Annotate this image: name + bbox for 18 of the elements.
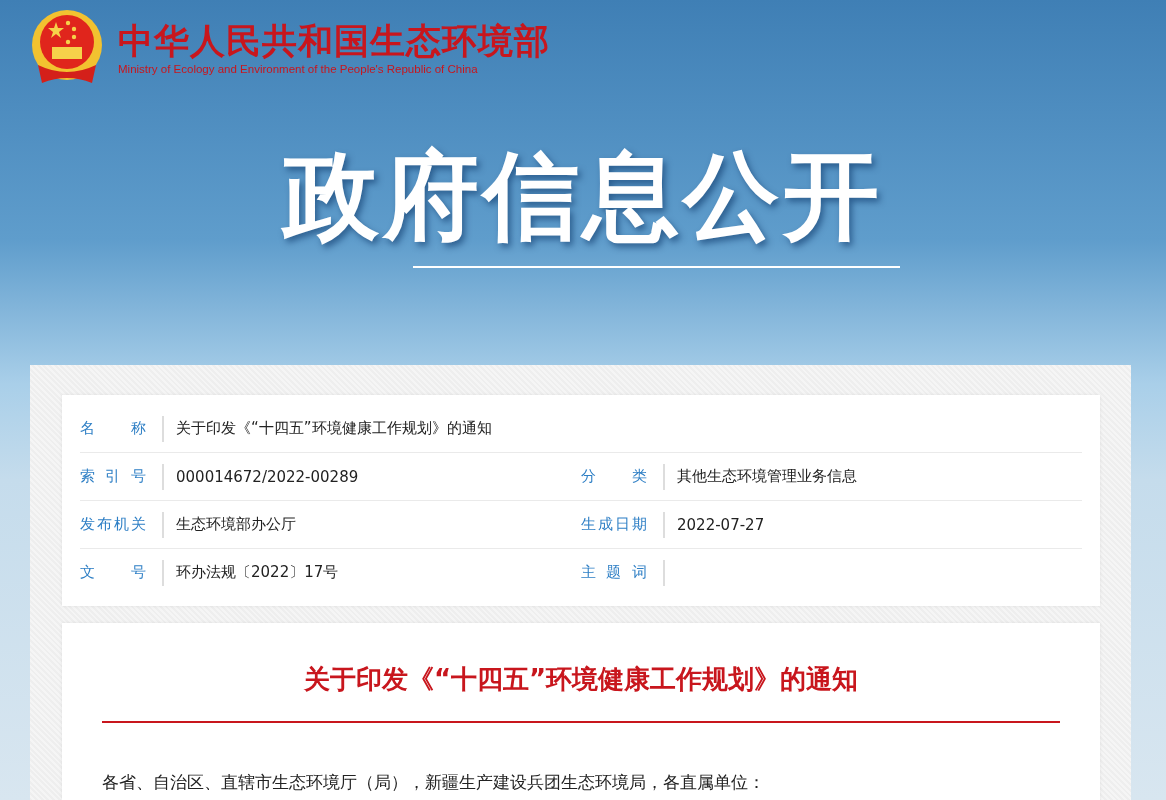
field-label: 主 题 词 xyxy=(581,563,647,582)
field-label: 文 号 xyxy=(80,563,146,582)
article-title: 关于印发《“十四五”环境健康工作规划》的通知 xyxy=(302,663,860,696)
field-label: 索 引 号 xyxy=(80,467,146,486)
banner-title: 政府信息公开 xyxy=(283,139,883,254)
field-value: 000014672/2022-00289 xyxy=(176,467,359,486)
field-value: 生态环境部办公厅 xyxy=(176,515,296,534)
article-paragraph: 各省、自治区、直辖市生态环境厅（局），新疆生产建设兵团生态环境局，各直属单位： xyxy=(102,771,766,794)
field-label: 分 类 xyxy=(581,467,647,486)
field-label: 名 称 xyxy=(80,419,146,438)
field-value: 环办法规〔2022〕17号 xyxy=(176,563,339,582)
site-title: 中华人民共和国生态环境部 xyxy=(118,21,550,61)
field-value: 2022-07-27 xyxy=(677,515,765,534)
field-value: 关于印发《“十四五”环境健康工作规划》的通知 xyxy=(176,419,492,438)
field-value: 其他生态环境管理业务信息 xyxy=(677,467,857,486)
field-label: 发布机关 xyxy=(80,515,146,534)
field-label: 生成日期 xyxy=(581,515,647,534)
site-subtitle: Ministry of Ecology and Environment of the People's Republic of China xyxy=(118,63,479,75)
